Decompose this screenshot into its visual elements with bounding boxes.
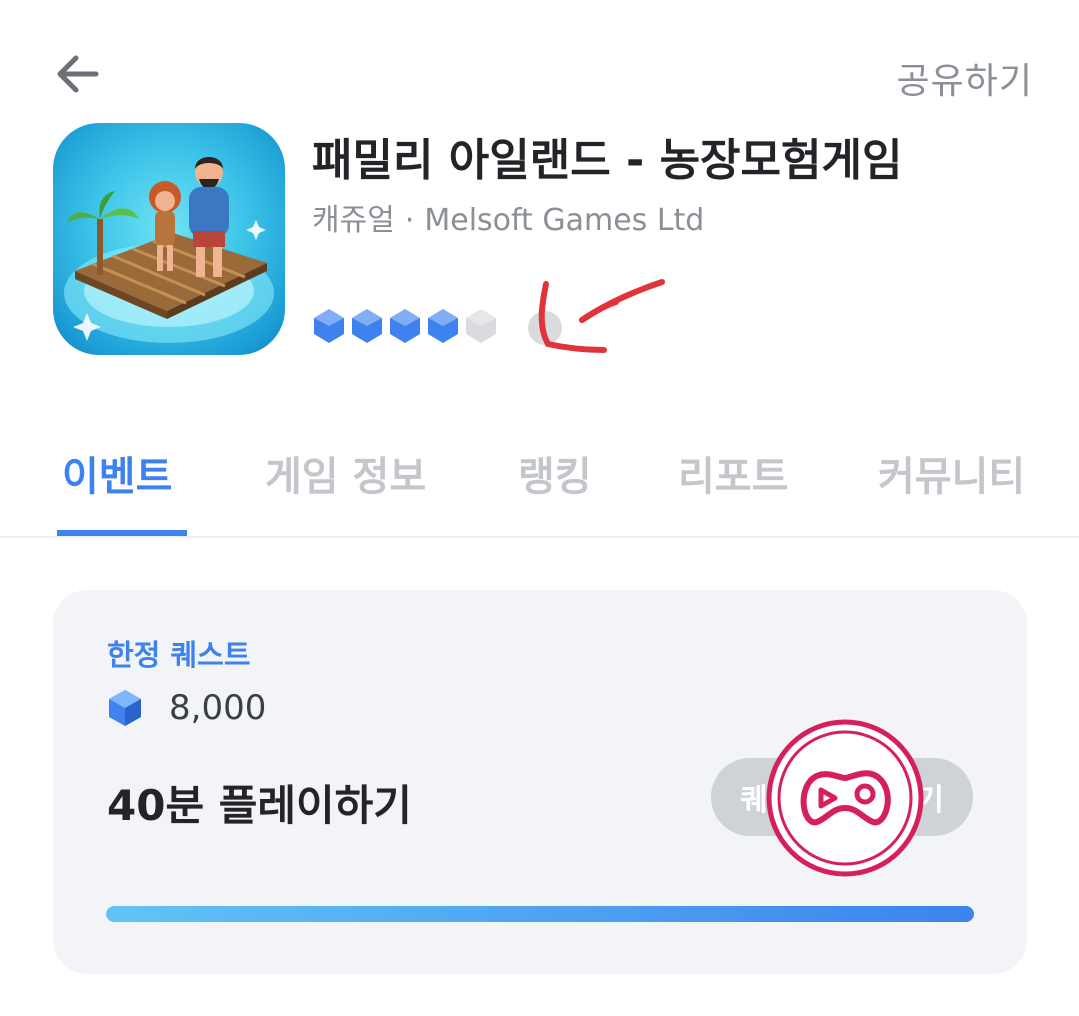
app-genre: 캐쥬얼 xyxy=(312,203,395,238)
back-button[interactable] xyxy=(52,52,102,96)
rating-gem-filled-icon xyxy=(428,309,458,343)
tab-community[interactable]: 커뮤니티 xyxy=(878,444,1025,502)
active-tab-indicator xyxy=(57,530,187,536)
arrow-left-icon xyxy=(57,55,99,93)
tab-event[interactable]: 이벤트 xyxy=(62,444,172,502)
quest-title: 40분 플레이하기 xyxy=(107,781,412,830)
rating-gem-empty-icon xyxy=(466,309,496,343)
app-meta: 캐쥬얼 · Melsoft Games Ltd xyxy=(312,195,704,239)
quest-tag: 한정 퀘스트 xyxy=(107,638,251,672)
tab-ranking[interactable]: 랭킹 xyxy=(518,444,592,502)
blue-gem-icon xyxy=(109,690,141,726)
red-annotation-arrow-icon xyxy=(538,279,665,353)
quest-progress-bar xyxy=(106,906,974,922)
reward-amount: 8,000 xyxy=(169,688,267,728)
tab-game-info[interactable]: 게임 정보 xyxy=(265,444,426,502)
tab-bar: 이벤트 게임 정보 랭킹 리포트 커뮤니티 xyxy=(0,432,1079,538)
meta-separator: · xyxy=(404,203,415,238)
app-developer: Melsoft Games Ltd xyxy=(424,203,705,238)
rating-gem-filled-icon xyxy=(352,309,382,343)
quest-card[interactable]: 한정 퀘스트 8,000 40분 플레이하기 퀘스트 시작하기 xyxy=(53,590,1027,974)
quest-progress-fill xyxy=(106,906,974,922)
share-button[interactable]: 공유하기 xyxy=(897,52,1033,104)
rating-gem-filled-icon xyxy=(390,309,420,343)
rating-gems xyxy=(312,307,512,347)
rating-gem-filled-icon xyxy=(314,309,344,343)
app-title: 패밀리 아일랜드 - 농장모험게임 xyxy=(312,135,903,186)
quest-reward: 8,000 xyxy=(107,688,266,728)
tab-report[interactable]: 리포트 xyxy=(678,444,788,502)
gamepad-icon xyxy=(766,719,924,877)
app-icon xyxy=(53,123,285,355)
